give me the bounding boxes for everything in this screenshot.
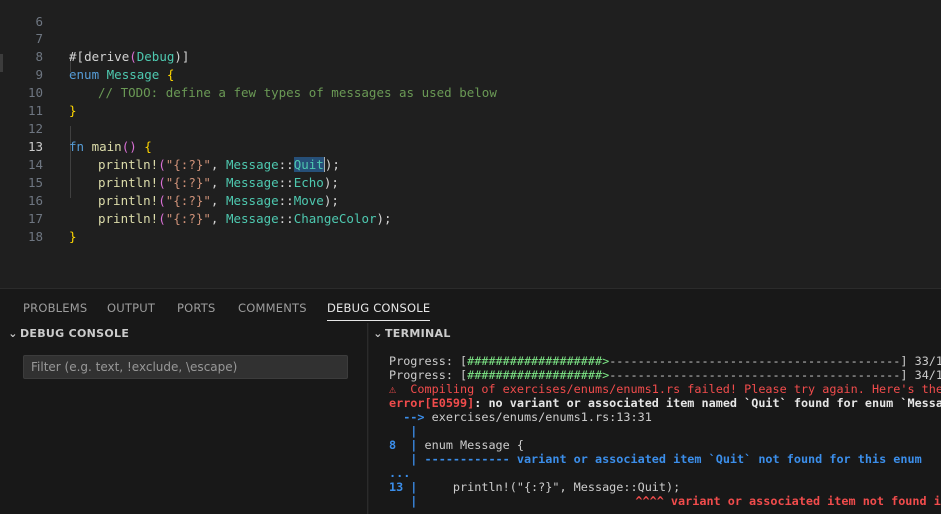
debug-console-title: DEBUG CONSOLE bbox=[20, 327, 130, 340]
terminal-line: Progress: [###################>---------… bbox=[389, 354, 941, 368]
code-editor[interactable]: 6 7 #[derive(Debug)] 8 enum Message { 9 … bbox=[0, 0, 941, 288]
terminal-pane[interactable]: ⌄ TERMINAL Progress: [###################… bbox=[369, 323, 941, 514]
code-line[interactable]: 15 println!("{:?}", Message::Move); bbox=[0, 156, 941, 208]
terminal-line: ... bbox=[389, 466, 411, 480]
chevron-down-icon[interactable]: ⌄ bbox=[371, 323, 385, 345]
tab-ports[interactable]: PORTS bbox=[177, 289, 215, 324]
terminal-error-line: error[E0599]: no variant or associated i… bbox=[389, 396, 941, 410]
code-line[interactable]: 17 } bbox=[0, 192, 941, 244]
code-line[interactable]: 11 bbox=[0, 84, 941, 118]
debug-filter-input[interactable] bbox=[23, 355, 348, 379]
terminal-header[interactable]: ⌄ TERMINAL bbox=[371, 323, 451, 345]
debug-console-header[interactable]: ⌄ DEBUG CONSOLE bbox=[6, 323, 129, 345]
terminal-line: | ------------ variant or associated ite… bbox=[389, 452, 922, 466]
debug-console-pane: ⌄ DEBUG CONSOLE bbox=[0, 323, 368, 514]
terminal-line: 13 | println!("{:?}", Message::Quit); bbox=[389, 480, 681, 494]
code-line[interactable]: 10 } bbox=[0, 66, 941, 118]
terminal-line: --> exercises/enums/enums1.rs:13:31 bbox=[389, 410, 652, 424]
tab-comments[interactable]: COMMENTS bbox=[238, 289, 307, 324]
tab-output[interactable]: OUTPUT bbox=[107, 289, 155, 324]
code-text: } bbox=[69, 229, 77, 244]
code-line[interactable]: 8 enum Message { bbox=[0, 30, 941, 82]
code-line[interactable]: 18 bbox=[0, 210, 941, 244]
tab-debug-console[interactable]: DEBUG CONSOLE bbox=[327, 289, 431, 324]
code-line[interactable]: 16 println!("{:?}", Message::ChangeColor… bbox=[0, 174, 941, 226]
line-number: 18 bbox=[27, 229, 43, 244]
terminal-line: Progress: [###################>---------… bbox=[389, 368, 941, 382]
code-line[interactable]: 14 println!("{:?}", Message::Echo); bbox=[0, 138, 941, 190]
panel-tab-bar: PROBLEMS OUTPUT PORTS COMMENTS DEBUG CON… bbox=[0, 288, 941, 323]
tab-problems[interactable]: PROBLEMS bbox=[23, 289, 87, 324]
code-line[interactable]: 12 fn main() { bbox=[0, 102, 941, 154]
terminal-line: | ^^^^ variant or associated item not fou… bbox=[389, 494, 941, 508]
code-line[interactable]: 7 #[derive(Debug)] bbox=[0, 12, 941, 64]
terminal-title: TERMINAL bbox=[385, 327, 451, 340]
terminal-warning-line: ⚠ Compiling of exercises/enums/enums1.rs… bbox=[389, 382, 941, 396]
code-line-active[interactable]: 13 println!("{:?}", Message::Quit); bbox=[0, 120, 941, 172]
terminal-line: | bbox=[389, 424, 418, 438]
terminal-line: 8 | enum Message { bbox=[389, 438, 524, 452]
chevron-down-icon[interactable]: ⌄ bbox=[6, 323, 20, 345]
code-line[interactable]: 9 // TODO: define a few types of message… bbox=[0, 48, 941, 100]
